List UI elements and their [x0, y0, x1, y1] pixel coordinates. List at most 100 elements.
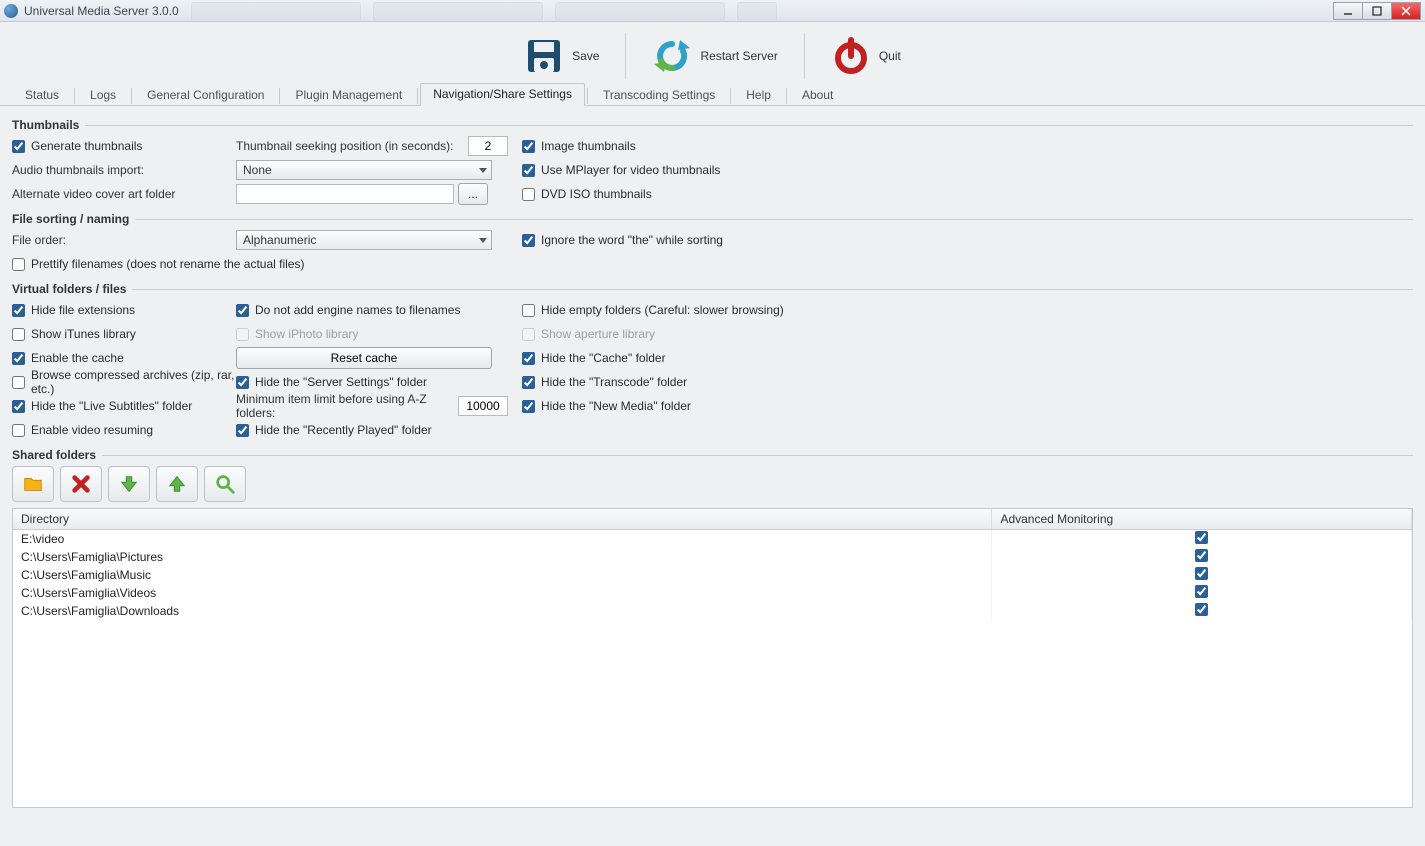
tab-plugin-management[interactable]: Plugin Management: [282, 84, 415, 106]
tab-separator: [131, 88, 132, 104]
seek-input[interactable]: [468, 136, 508, 156]
cell-directory: C:\Users\Famiglia\Pictures: [13, 548, 992, 566]
file-order-select[interactable]: Alphanumeric: [236, 230, 492, 250]
browser-tab-ghost: [555, 2, 725, 20]
alt-cover-input[interactable]: [236, 184, 454, 204]
scan-button[interactable]: [204, 466, 246, 502]
cell-monitoring[interactable]: [992, 548, 1412, 566]
image-thumbnails-checkbox[interactable]: Image thumbnails: [522, 139, 636, 153]
chevron-down-icon: [479, 168, 487, 173]
hide-transcode-checkbox[interactable]: Hide the "Transcode" folder: [522, 375, 687, 389]
browse-archives-checkbox[interactable]: Browse compressed archives (zip, rar, et…: [12, 368, 236, 396]
save-label: Save: [572, 49, 599, 63]
shared-folders-table[interactable]: Directory Advanced Monitoring E:\videoC:…: [12, 508, 1413, 808]
tab-separator: [730, 88, 731, 104]
maximize-button[interactable]: [1362, 2, 1392, 20]
browser-tab-ghost: [373, 2, 543, 20]
table-row[interactable]: C:\Users\Famiglia\Downloads: [13, 602, 1412, 620]
cell-monitoring[interactable]: [992, 566, 1412, 584]
dvd-iso-checkbox[interactable]: DVD ISO thumbnails: [522, 187, 652, 201]
no-engine-names-checkbox[interactable]: Do not add engine names to filenames: [236, 303, 460, 317]
hide-extensions-checkbox[interactable]: Hide file extensions: [12, 303, 135, 317]
restart-button[interactable]: Restart Server: [642, 32, 787, 80]
tab-separator: [786, 88, 787, 104]
power-icon: [831, 36, 871, 76]
group-legend: Thumbnails: [12, 118, 85, 132]
restart-icon: [652, 36, 692, 76]
cell-monitoring[interactable]: [992, 530, 1412, 549]
enable-resume-checkbox[interactable]: Enable video resuming: [12, 423, 153, 437]
group-sorting: File sorting / naming File order: Alphan…: [12, 212, 1413, 276]
browser-tab-ghost: [737, 2, 777, 20]
toolbar-separator: [625, 33, 626, 79]
hide-server-settings-checkbox[interactable]: Hide the "Server Settings" folder: [236, 375, 427, 389]
prettify-checkbox[interactable]: Prettify filenames (does not rename the …: [12, 257, 304, 271]
save-button[interactable]: Save: [514, 32, 609, 80]
chevron-down-icon: [479, 238, 487, 243]
tab-general-configuration[interactable]: General Configuration: [134, 84, 277, 106]
show-itunes-checkbox[interactable]: Show iTunes library: [12, 327, 136, 341]
generate-thumbnails-checkbox[interactable]: Generate thumbnails: [12, 139, 142, 153]
group-virtual-folders: Virtual folders / files Hide file extens…: [12, 282, 1413, 442]
min-items-input[interactable]: [458, 396, 508, 416]
quit-label: Quit: [879, 49, 901, 63]
col-monitoring[interactable]: Advanced Monitoring: [992, 509, 1412, 530]
tab-about[interactable]: About: [789, 84, 846, 106]
enable-cache-checkbox[interactable]: Enable the cache: [12, 351, 124, 365]
min-items-label: Minimum item limit before using A-Z fold…: [236, 392, 458, 420]
tab-separator: [74, 88, 75, 104]
remove-folder-button[interactable]: [60, 466, 102, 502]
cell-directory: C:\Users\Famiglia\Music: [13, 566, 992, 584]
window-title: Universal Media Server 3.0.0: [24, 4, 179, 18]
seek-label: Thumbnail seeking position (in seconds):: [236, 139, 468, 153]
tab-separator: [279, 88, 280, 104]
table-row[interactable]: C:\Users\Famiglia\Pictures: [13, 548, 1412, 566]
quit-button[interactable]: Quit: [821, 32, 911, 80]
titlebar: Universal Media Server 3.0.0: [0, 0, 1425, 22]
alt-cover-label: Alternate video cover art folder: [12, 187, 175, 201]
toolbar-separator: [804, 33, 805, 79]
tab-logs[interactable]: Logs: [77, 84, 129, 106]
ignore-the-checkbox[interactable]: Ignore the word "the" while sorting: [522, 233, 723, 247]
use-mplayer-checkbox[interactable]: Use MPlayer for video thumbnails: [522, 163, 720, 177]
cell-monitoring[interactable]: [992, 584, 1412, 602]
hide-recent-checkbox[interactable]: Hide the "Recently Played" folder: [236, 423, 432, 437]
content-pane: Thumbnails Generate thumbnails Thumbnail…: [0, 106, 1425, 816]
browse-button[interactable]: ...: [458, 183, 488, 205]
hide-live-subs-checkbox[interactable]: Hide the "Live Subtitles" folder: [12, 399, 192, 413]
reset-cache-button[interactable]: Reset cache: [236, 347, 492, 369]
restart-label: Restart Server: [700, 49, 777, 63]
audio-import-label: Audio thumbnails import:: [12, 163, 144, 177]
hide-new-media-checkbox[interactable]: Hide the "New Media" folder: [522, 399, 691, 413]
move-up-button[interactable]: [156, 466, 198, 502]
app-icon: [4, 4, 18, 18]
tab-help[interactable]: Help: [733, 84, 784, 106]
file-order-label: File order:: [12, 233, 66, 247]
tab-status[interactable]: Status: [12, 84, 72, 106]
cell-directory: C:\Users\Famiglia\Downloads: [13, 602, 992, 620]
close-button[interactable]: [1391, 2, 1421, 20]
save-icon: [524, 36, 564, 76]
cell-monitoring[interactable]: [992, 602, 1412, 620]
cell-directory: C:\Users\Famiglia\Videos: [13, 584, 992, 602]
table-row[interactable]: C:\Users\Famiglia\Music: [13, 566, 1412, 584]
browser-tab-ghost: [191, 2, 361, 20]
col-directory[interactable]: Directory: [13, 509, 992, 530]
show-iphoto-checkbox: Show iPhoto library: [236, 327, 358, 341]
audio-import-select[interactable]: None: [236, 160, 492, 180]
group-legend: Virtual folders / files: [12, 282, 132, 296]
table-row[interactable]: C:\Users\Famiglia\Videos: [13, 584, 1412, 602]
tab-separator: [587, 88, 588, 104]
add-folder-button[interactable]: [12, 466, 54, 502]
cell-directory: E:\video: [13, 530, 992, 549]
tab-transcoding-settings[interactable]: Transcoding Settings: [590, 84, 728, 106]
table-row[interactable]: E:\video: [13, 530, 1412, 549]
tab-separator: [417, 88, 418, 104]
hide-cache-checkbox[interactable]: Hide the "Cache" folder: [522, 351, 666, 365]
hide-empty-checkbox[interactable]: Hide empty folders (Careful: slower brow…: [522, 303, 784, 317]
tab-navigation-share-settings[interactable]: Navigation/Share Settings: [420, 83, 585, 106]
main-toolbar: Save Restart Server Quit: [0, 22, 1425, 84]
minimize-button[interactable]: [1333, 2, 1363, 20]
group-thumbnails: Thumbnails Generate thumbnails Thumbnail…: [12, 118, 1413, 206]
move-down-button[interactable]: [108, 466, 150, 502]
